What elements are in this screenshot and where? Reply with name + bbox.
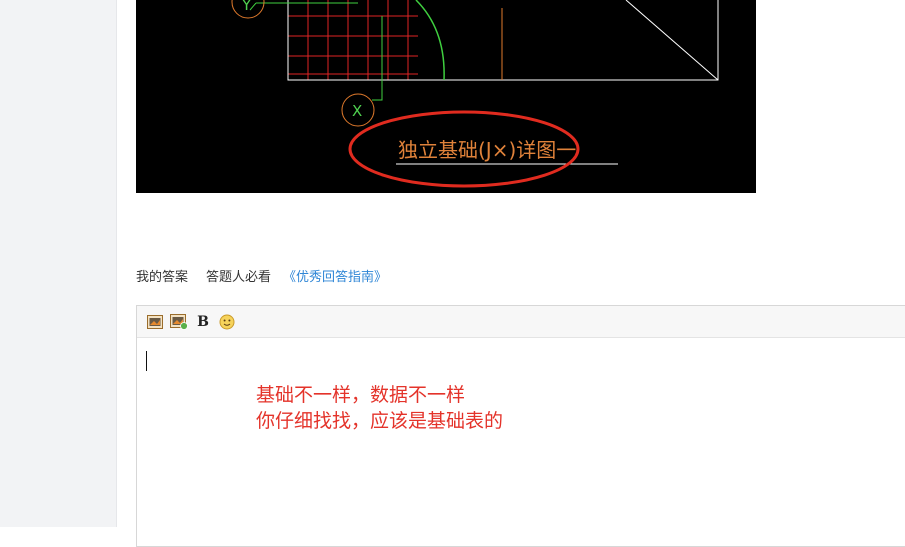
- editor-toolbar: B: [137, 306, 905, 338]
- footing-outline: [287, 0, 719, 81]
- axis-x-label: X: [352, 102, 362, 120]
- cad-drawing-image: Y X 独立基础(J×)详图一: [136, 0, 756, 193]
- bold-button[interactable]: B: [194, 313, 212, 331]
- answer-bar: 我的答案 答题人必看 《优秀回答指南》: [136, 266, 387, 285]
- column-arc: [415, 0, 445, 81]
- must-read-label: 答题人必看: [206, 269, 272, 285]
- answer-content: 基础不一样，数据不一样 你仔细找找，应该是基础表的: [256, 382, 503, 434]
- image-upload-button[interactable]: [170, 313, 188, 331]
- answer-line-2: 你仔细找找，应该是基础表的: [256, 410, 504, 432]
- axis-y-label: Y: [241, 0, 252, 14]
- footing-grid: [287, 0, 418, 80]
- emoji-button[interactable]: [218, 313, 236, 331]
- diagonal-line: [625, 0, 719, 81]
- detail-title: 独立基础(J×)详图一: [398, 138, 576, 162]
- answer-line-1: 基础不一样，数据不一样: [256, 384, 466, 406]
- image-icon: [147, 314, 163, 329]
- cad-drawing: Y X 独立基础(J×)详图一: [231, 0, 719, 188]
- answer-textarea[interactable]: 基础不一样，数据不一样 你仔细找找，应该是基础表的: [137, 338, 905, 546]
- axis-x-leader: [372, 80, 383, 101]
- answer-guide-link[interactable]: 《优秀回答指南》: [283, 266, 387, 285]
- image-upload-icon: [170, 313, 188, 330]
- my-answer-label: 我的答案: [136, 269, 189, 285]
- emoji-icon: [219, 314, 235, 329]
- answer-editor: B 基础不一样，数据不一样 你仔细找找，应该是基础表的: [136, 305, 905, 547]
- text-caret: [146, 351, 147, 371]
- image-button[interactable]: [146, 313, 164, 331]
- left-gutter: [0, 0, 117, 527]
